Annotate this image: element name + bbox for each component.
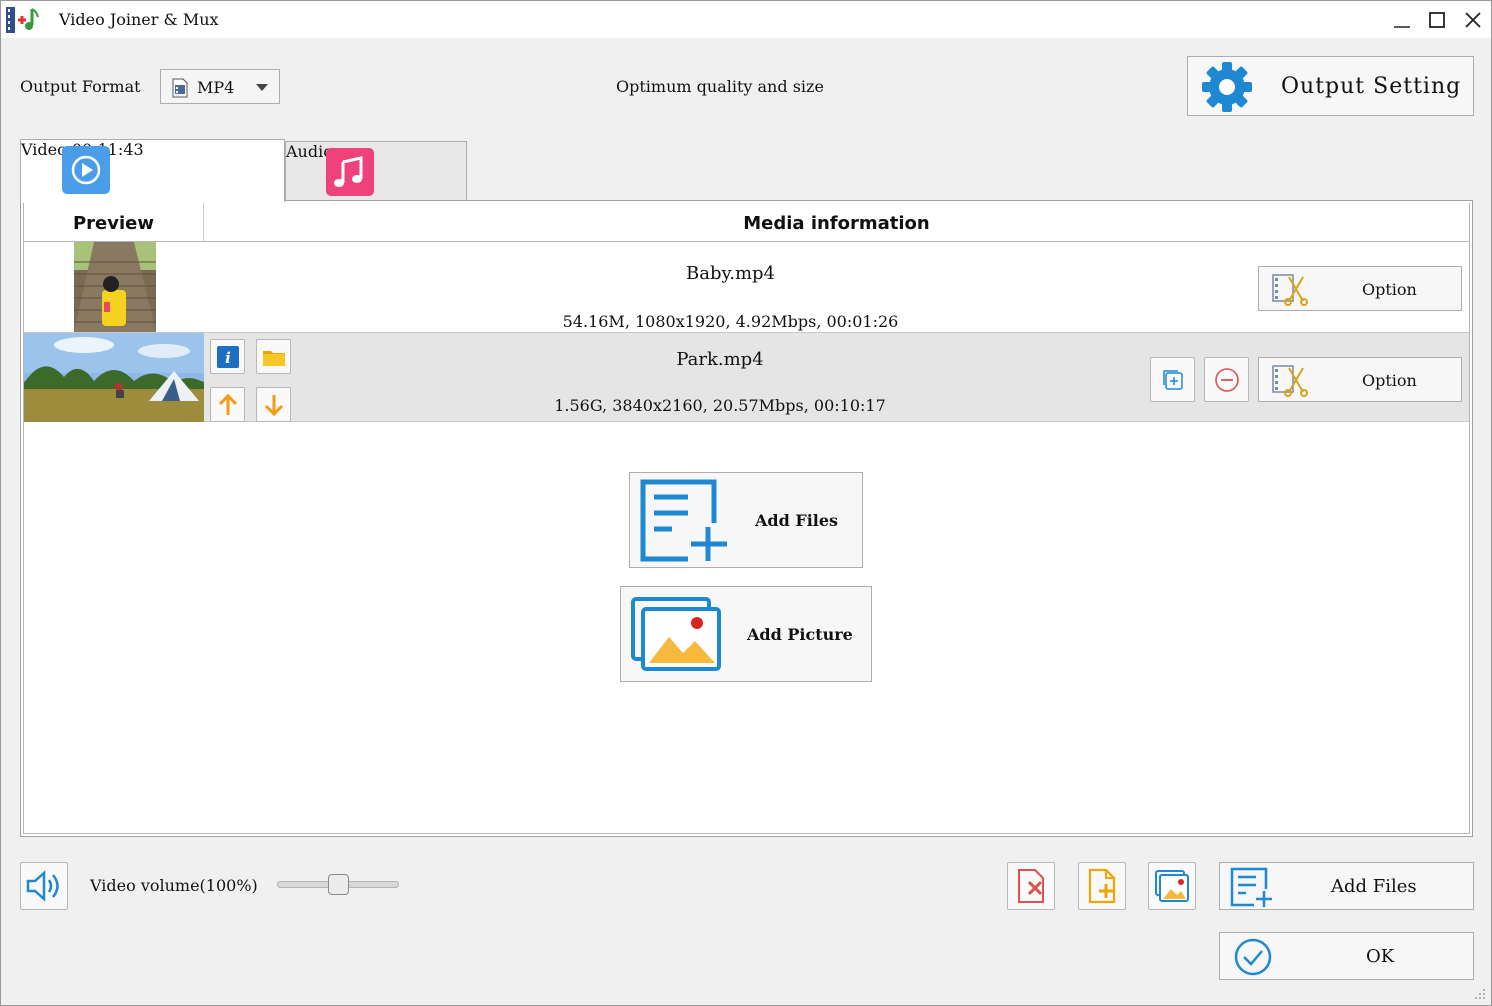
output-format-value: MP4 xyxy=(197,78,235,97)
remove-file-button[interactable] xyxy=(1007,862,1055,910)
quality-text: Optimum quality and size xyxy=(616,77,824,96)
maximize-icon xyxy=(1429,12,1445,28)
add-files-center-button[interactable]: Add Files xyxy=(629,472,863,568)
minus-circle-icon xyxy=(1214,367,1239,392)
volume-slider-thumb[interactable] xyxy=(328,874,349,895)
option-button[interactable]: Option xyxy=(1258,266,1462,311)
output-format-label: Output Format xyxy=(20,77,141,96)
film-scissors-icon xyxy=(1272,274,1308,306)
checkmark-circle-icon xyxy=(1234,938,1272,976)
file-details: 1.56G, 3840x2160, 20.57Mbps, 00:10:17 xyxy=(554,396,886,415)
table-row[interactable]: Baby.mp4 54.16M, 1080x1920, 4.92Mbps, 00… xyxy=(24,242,1469,332)
ok-button-label: OK xyxy=(1366,946,1395,967)
option-button[interactable]: Option xyxy=(1258,357,1462,402)
film-scissors-icon xyxy=(1272,365,1308,397)
table-row-selected[interactable]: i Park.mp4 1.56G, 3840x2160, 20.57Mbps, … xyxy=(24,332,1469,422)
add-picture-center-button[interactable]: Add Picture xyxy=(620,586,872,682)
add-file-plus-icon xyxy=(1088,868,1116,904)
open-folder-button[interactable] xyxy=(256,339,291,374)
move-up-button[interactable] xyxy=(210,387,245,422)
picture-icon xyxy=(1155,870,1189,902)
info-icon: i xyxy=(216,345,239,368)
close-icon xyxy=(1465,12,1481,28)
minimize-button[interactable] xyxy=(1386,5,1418,35)
app-window: Video Joiner & Mux Output Format MP4 Opt… xyxy=(0,0,1492,1006)
speaker-icon xyxy=(26,870,59,902)
move-down-button[interactable] xyxy=(256,387,291,422)
title-bar: Video Joiner & Mux xyxy=(1,1,1491,38)
output-setting-button[interactable]: Output Setting xyxy=(1187,56,1474,116)
option-button-label: Option xyxy=(1362,280,1417,299)
file-details: 54.16M, 1080x1920, 4.92Mbps, 00:01:26 xyxy=(562,312,899,331)
video-thumbnail-park xyxy=(24,333,204,422)
volume-label: Video volume(100%) xyxy=(90,876,258,895)
remove-file-icon xyxy=(1018,869,1044,903)
volume-button[interactable] xyxy=(20,862,68,910)
add-files-button-label: Add Files xyxy=(1331,876,1417,897)
ok-button[interactable]: OK xyxy=(1219,932,1474,980)
gear-icon xyxy=(1202,62,1252,112)
tab-video[interactable]: Video 00:11:43 xyxy=(20,139,285,202)
add-picture-icon xyxy=(631,597,721,671)
svg-text:i: i xyxy=(225,349,231,367)
table-header: Preview Media information xyxy=(24,203,1469,242)
column-header-preview: Preview xyxy=(24,203,204,242)
minimize-icon xyxy=(1394,26,1410,28)
output-setting-label: Output Setting xyxy=(1281,74,1462,99)
file-name: Park.mp4 xyxy=(676,349,764,370)
file-name: Baby.mp4 xyxy=(685,263,776,284)
app-logo-icon xyxy=(5,5,41,35)
resize-grip-icon[interactable] xyxy=(1473,987,1487,1001)
add-files-icon xyxy=(1230,867,1272,907)
add-files-center-label: Add Files xyxy=(755,511,839,530)
tab-audio[interactable]: Audio xyxy=(285,141,467,201)
info-button[interactable]: i xyxy=(210,339,245,374)
play-icon xyxy=(62,146,110,194)
video-thumbnail-baby xyxy=(74,242,156,332)
window-title: Video Joiner & Mux xyxy=(59,10,219,29)
option-button-label: Option xyxy=(1362,371,1417,390)
add-picture-center-label: Add Picture xyxy=(747,625,853,644)
video-file-icon xyxy=(172,78,188,98)
duplicate-icon xyxy=(1162,369,1183,390)
duplicate-button[interactable] xyxy=(1150,357,1195,402)
add-folder-button[interactable] xyxy=(1078,862,1126,910)
output-format-select[interactable]: MP4 xyxy=(160,69,280,104)
arrow-up-icon xyxy=(218,393,237,415)
add-files-button[interactable]: Add Files xyxy=(1219,862,1474,910)
music-note-icon xyxy=(326,148,374,196)
remove-button[interactable] xyxy=(1204,357,1249,402)
column-header-media-information: Media information xyxy=(743,213,930,234)
arrow-down-icon xyxy=(264,394,283,416)
close-button[interactable] xyxy=(1457,5,1489,35)
maximize-button[interactable] xyxy=(1421,5,1453,35)
add-files-icon xyxy=(640,479,727,562)
chevron-down-icon xyxy=(256,84,268,91)
folder-icon xyxy=(262,350,285,366)
add-picture-small-button[interactable] xyxy=(1148,862,1196,910)
